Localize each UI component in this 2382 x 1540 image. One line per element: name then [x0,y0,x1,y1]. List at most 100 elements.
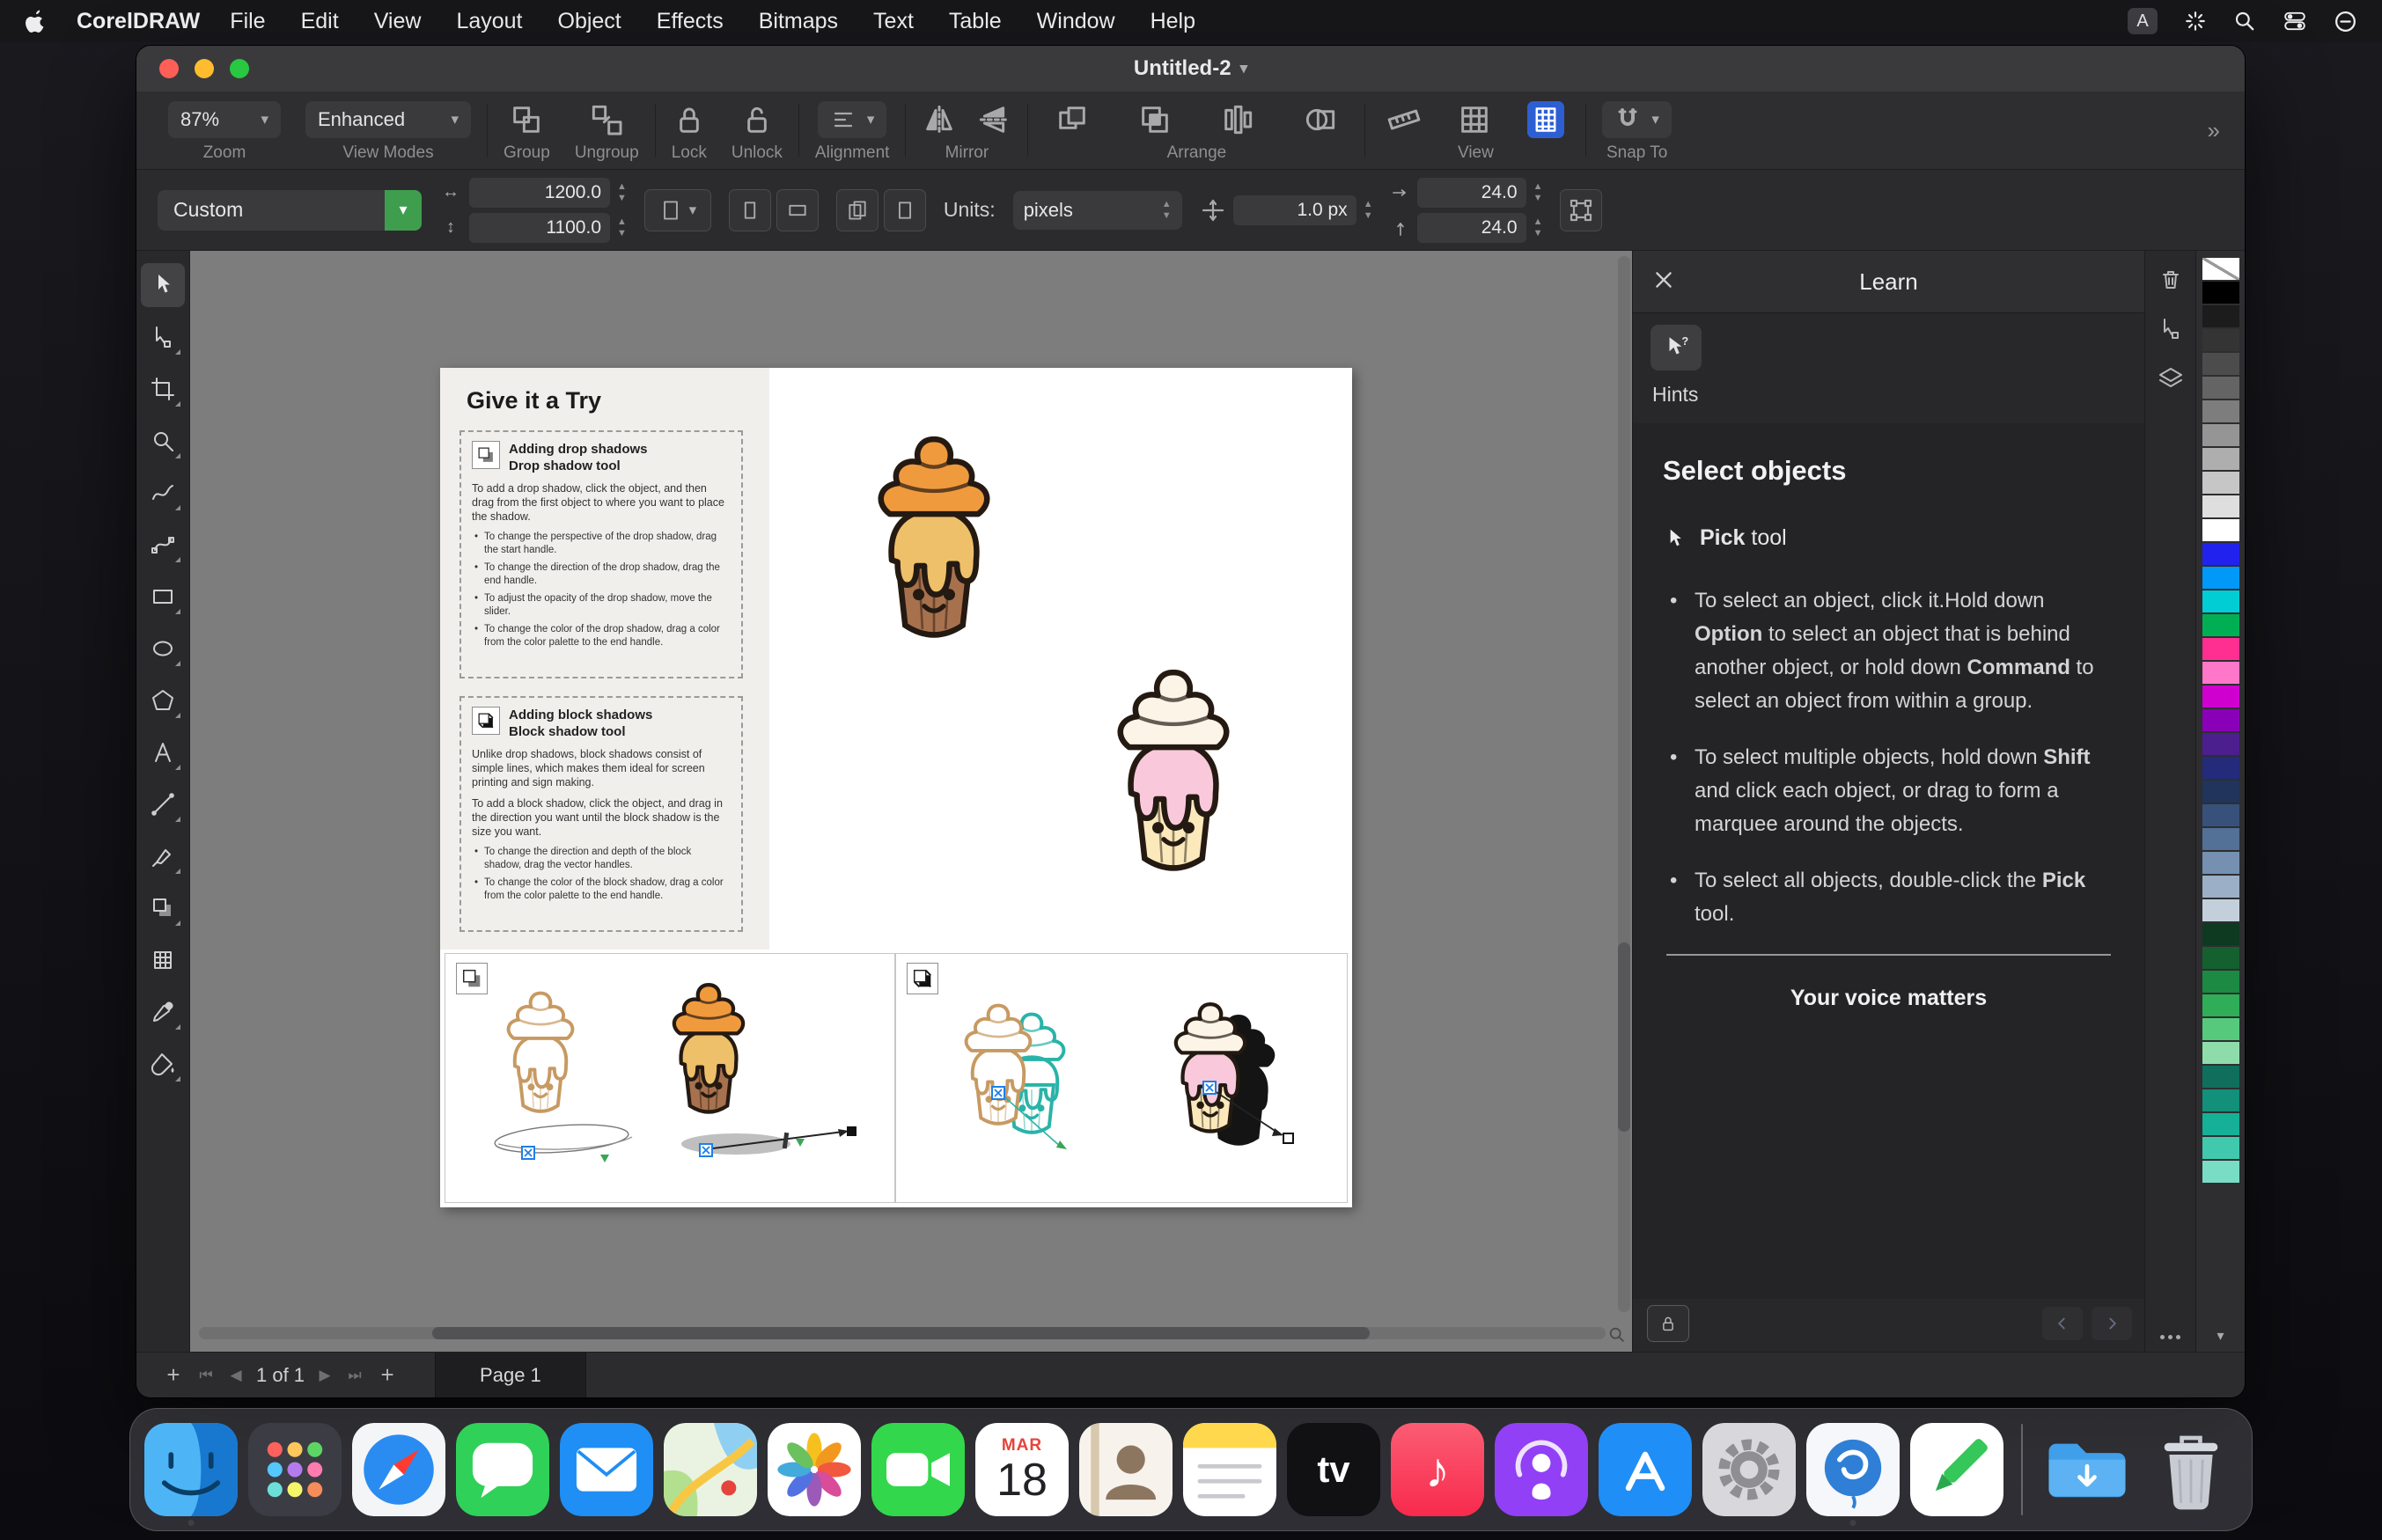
color-swatch[interactable] [2202,1137,2239,1159]
layers-icon[interactable] [2158,365,2184,392]
color-swatch[interactable] [2202,899,2239,921]
color-swatch[interactable] [2202,757,2239,779]
control-center-icon[interactable] [2283,10,2307,33]
unlock-icon[interactable] [739,102,775,137]
dock-icon-coreldraw[interactable] [1806,1412,1900,1527]
duplicate-x-stepper[interactable]: ▲▼ [1533,182,1543,203]
last-page-button[interactable]: ⏭ [340,1367,370,1384]
mirror-horizontal-icon[interactable] [922,102,957,137]
combine-icon[interactable] [1137,102,1173,137]
color-swatch[interactable] [2202,781,2239,803]
fill-tool[interactable] [141,1042,185,1086]
hints-button[interactable]: ? [1650,325,1702,370]
docker-options-button[interactable] [2160,1335,2180,1339]
all-pages-button[interactable] [836,189,879,231]
color-swatch[interactable] [2202,377,2239,399]
order-icon[interactable] [1055,102,1090,137]
color-swatch[interactable] [2202,923,2239,945]
color-swatch[interactable] [2202,709,2239,731]
color-swatch[interactable] [2202,804,2239,826]
drawing-canvas[interactable]: Give it a Try Adding drop shadowsDrop sh… [190,251,1632,1352]
close-docker-icon[interactable] [1652,268,1675,291]
connector-tool[interactable] [141,523,185,567]
dock-icon-appstore[interactable] [1599,1412,1692,1527]
menu-item[interactable]: Window [1037,9,1115,34]
document-title[interactable]: Untitled-2 [1134,56,1231,81]
menu-item[interactable]: View [374,9,422,34]
grid-icon[interactable] [1457,102,1492,137]
dock-icon-tv[interactable]: tv [1287,1412,1380,1527]
snap-to-dropdown[interactable]: ▾ [1602,101,1672,138]
color-swatch[interactable] [2202,495,2239,517]
color-swatch[interactable] [2202,329,2239,351]
line-tool[interactable] [141,782,185,826]
mirror-vertical-icon[interactable] [976,102,1011,137]
duplicate-y-stepper[interactable]: ▲▼ [1533,217,1543,238]
color-swatch[interactable] [2202,876,2239,898]
ellipse-tool[interactable] [141,627,185,671]
color-swatch[interactable] [2202,638,2239,660]
ungroup-icon[interactable] [589,102,624,137]
hints-back-button[interactable] [2042,1307,2083,1340]
delete-icon[interactable] [2158,267,2184,293]
palette-scroll-down-icon[interactable]: ▾ [2217,1327,2224,1345]
page-preset-dropdown[interactable]: Custom ▾ [158,190,422,231]
dock-icon-maps[interactable] [664,1412,757,1527]
active-app-name[interactable]: CorelDRAW [77,9,200,34]
dock-icon-settings[interactable] [1702,1412,1796,1527]
lock-icon[interactable] [672,102,707,137]
color-swatch[interactable] [2202,400,2239,422]
rectangle-tool[interactable] [141,575,185,619]
horizontal-scroll-thumb[interactable] [432,1327,1370,1339]
dock-icon-safari[interactable] [352,1412,445,1527]
dock-icon-contacts[interactable] [1079,1412,1173,1527]
portrait-orientation-button[interactable] [729,189,771,231]
menu-item[interactable]: Text [873,9,914,34]
previous-page-button[interactable]: ◀ [221,1367,251,1384]
drop-shadow-tool[interactable] [141,886,185,930]
node-edit-icon[interactable] [2158,316,2184,342]
menu-item[interactable]: Table [949,9,1002,34]
dock-icon-downloads[interactable] [2040,1412,2134,1527]
nudge-stepper[interactable]: ▲▼ [1364,200,1373,221]
page-width-field[interactable]: 1200.0 [469,178,610,208]
hints-forward-button[interactable] [2092,1307,2132,1340]
color-swatch[interactable] [2202,424,2239,446]
document-page[interactable]: Give it a Try Adding drop shadowsDrop sh… [440,368,1352,1207]
units-dropdown[interactable]: pixels ▲▼ [1013,191,1182,230]
dock-icon-facetime[interactable] [871,1412,965,1527]
dock-icon-launchpad[interactable] [248,1412,342,1527]
color-swatch[interactable] [2202,1113,2239,1135]
color-swatch[interactable] [2202,353,2239,375]
menu-item[interactable]: Layout [456,9,522,34]
next-page-button[interactable]: ▶ [310,1367,340,1384]
color-swatch[interactable] [2202,662,2239,684]
color-swatch[interactable] [2202,994,2239,1016]
menu-item[interactable]: Edit [301,9,339,34]
color-swatch[interactable] [2202,1161,2239,1183]
toolbar-overflow-button[interactable]: » [2208,92,2225,169]
spotlight-search-icon[interactable] [2233,10,2256,33]
crop-tool[interactable] [141,367,185,411]
zoom-tool[interactable] [141,419,185,463]
eyedropper-tool[interactable] [141,990,185,1034]
vertical-scrollbar[interactable] [1618,256,1630,1312]
horizontal-scrollbar[interactable] [199,1327,1606,1339]
first-page-button[interactable]: ⏮ [191,1367,221,1384]
distribute-icon[interactable] [1220,102,1255,137]
menu-item[interactable]: Object [558,9,621,34]
menu-item[interactable]: Bitmaps [759,9,838,34]
dock-icon-notes[interactable] [1183,1412,1276,1527]
color-swatch[interactable] [2202,305,2239,327]
color-swatch[interactable] [2202,1089,2239,1111]
color-swatch[interactable] [2202,472,2239,494]
stage-manager-icon[interactable] [2184,10,2207,33]
color-swatch[interactable] [2202,448,2239,470]
add-page-button-2[interactable]: + [370,1361,405,1389]
preset-dropdown-button[interactable]: ▾ [385,190,422,231]
outline-pen-tool[interactable] [141,834,185,878]
menu-item[interactable]: Effects [657,9,724,34]
treat-as-filled-button[interactable] [1560,189,1602,231]
siri-icon[interactable] [2334,10,2357,33]
input-source-badge[interactable]: A [2128,8,2158,34]
